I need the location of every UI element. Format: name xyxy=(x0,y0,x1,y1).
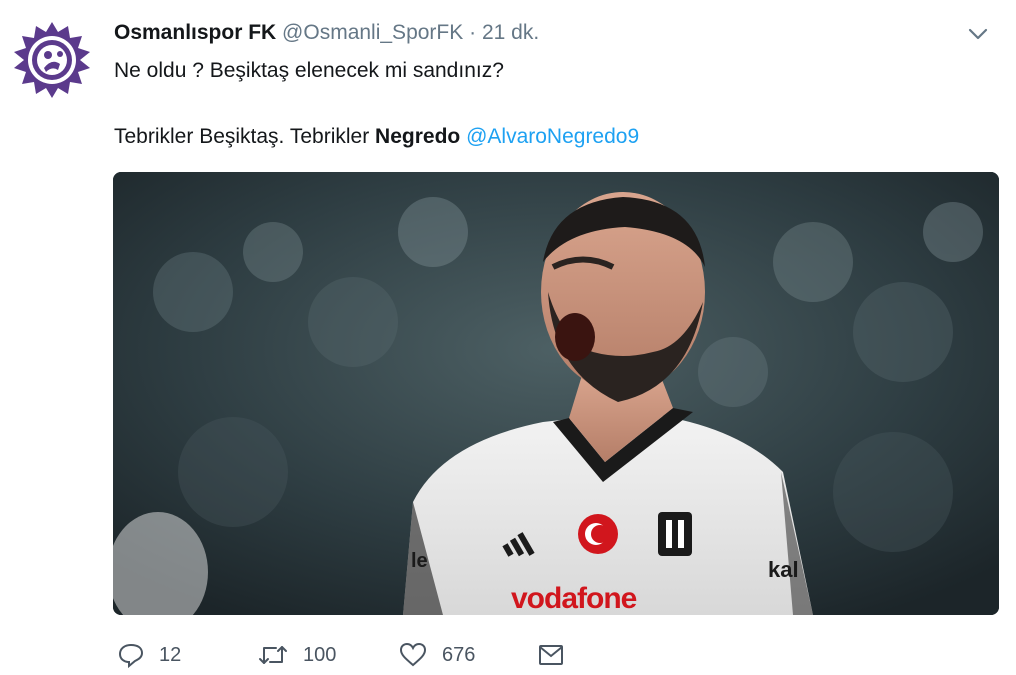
player-celebration-image xyxy=(113,172,999,615)
retweet-count: 100 xyxy=(303,643,337,666)
direct-message-button[interactable] xyxy=(537,640,565,670)
jersey-sponsor-text: vodafone xyxy=(511,582,637,615)
reply-button[interactable]: 12 xyxy=(117,640,181,670)
retweet-button[interactable]: 100 xyxy=(257,640,336,670)
avatar[interactable] xyxy=(10,18,94,102)
like-button[interactable]: 676 xyxy=(398,640,475,670)
retweet-icon xyxy=(259,646,287,664)
mention-link[interactable]: @AlvaroNegredo9 xyxy=(466,125,639,148)
tweet-timestamp[interactable]: 21 dk. xyxy=(482,21,539,44)
tweet-text-line-1: Ne oldu ? Beşiktaş elenecek mi sandınız? xyxy=(114,59,504,82)
reply-icon xyxy=(118,643,144,669)
separator-dot: · xyxy=(469,21,477,44)
reply-count: 12 xyxy=(159,643,182,666)
chevron-down-icon xyxy=(968,28,988,40)
club-crest-icon xyxy=(11,19,93,101)
author-name[interactable]: Osmanlıspor FK xyxy=(114,21,276,44)
sleeve-text: kal xyxy=(768,557,799,582)
author-handle[interactable]: @Osmanli_SporFK xyxy=(282,21,463,44)
tweet-photo[interactable]: vodafone kal le xyxy=(113,172,999,615)
tweet-text-plain: Tebrikler Beşiktaş. Tebrikler xyxy=(114,125,376,148)
envelope-icon xyxy=(539,645,563,665)
like-count: 676 xyxy=(442,643,476,666)
tweet-header: Osmanlıspor FK @Osmanli_SporFK · 21 dk. xyxy=(114,20,539,46)
heart-icon xyxy=(399,642,427,667)
tweet-menu-button[interactable] xyxy=(966,26,990,42)
collar-text: le xyxy=(411,550,428,572)
tweet-text-bold: Negredo xyxy=(375,125,461,148)
tweet-text-line-2: Tebrikler Beşiktaş. Tebrikler Negredo @A… xyxy=(114,124,639,150)
